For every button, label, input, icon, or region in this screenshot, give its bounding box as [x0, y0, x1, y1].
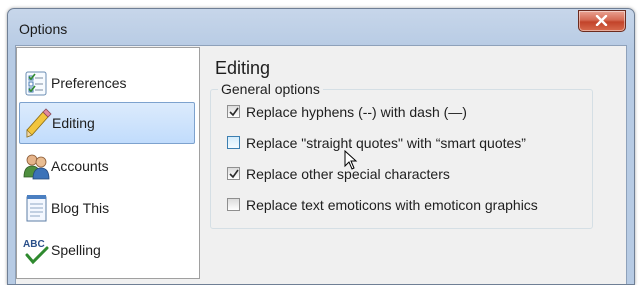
option-label: Replace "straight quotes" with “smart qu… [246, 135, 526, 151]
checkbox-checked[interactable] [227, 105, 240, 118]
sidebar-item-spelling[interactable]: ABC Spelling [19, 230, 195, 270]
abc-spellcheck-icon: ABC [23, 239, 49, 265]
users-icon [23, 154, 50, 180]
mouse-cursor-icon [344, 150, 358, 170]
sidebar-item-accounts[interactable]: Accounts [19, 146, 195, 186]
pencil-icon [26, 108, 52, 138]
page-title: Editing [215, 58, 271, 78]
sidebar-item-label: Editing [52, 115, 95, 131]
svg-text:ABC: ABC [23, 239, 45, 250]
notepad-icon [26, 195, 47, 222]
close-icon [595, 15, 608, 26]
option-label: Replace text emoticons with emoticon gra… [246, 197, 538, 213]
sidebar-item-editing[interactable]: Editing [19, 102, 195, 144]
checkbox-unchecked[interactable] [227, 198, 240, 211]
sidebar-item-preferences[interactable]: Preferences [19, 63, 195, 103]
checkbox-checked[interactable] [227, 167, 240, 180]
sidebar-item-label: Preferences [51, 75, 127, 91]
sidebar-item-label: Accounts [51, 158, 109, 174]
option-label: Replace hyphens (--) with dash (—) [246, 104, 467, 120]
checkbox-unchecked[interactable] [227, 136, 240, 149]
window-title: Options [19, 21, 68, 37]
close-button[interactable] [578, 10, 626, 32]
options-category-list: Preferences Editing Accounts Blog This A… [16, 47, 200, 279]
title-bar[interactable]: Options [8, 9, 634, 45]
group-label: General options [218, 81, 323, 97]
preferences-checklist-icon [25, 71, 47, 96]
sidebar-item-blog-this[interactable]: Blog This [19, 188, 195, 228]
checkmark-icon [229, 169, 239, 179]
checkmark-icon [229, 107, 239, 117]
sidebar-item-label: Spelling [51, 242, 101, 258]
sidebar-item-label: Blog This [51, 200, 110, 216]
